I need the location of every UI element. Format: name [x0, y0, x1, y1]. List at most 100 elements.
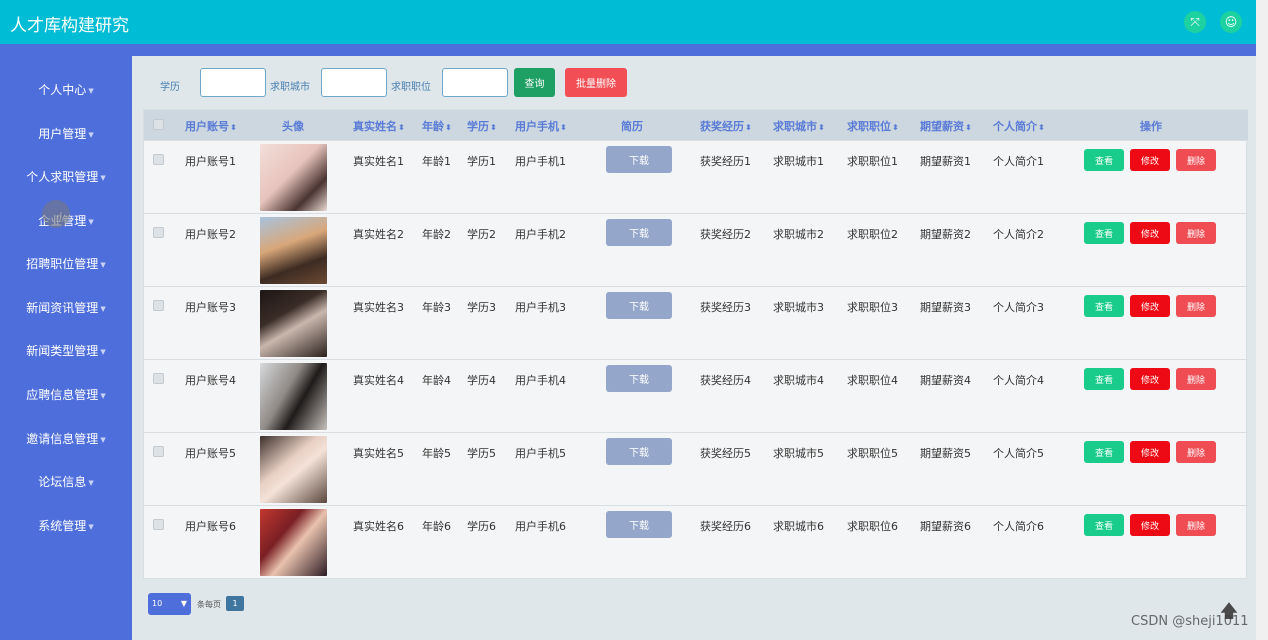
delete-button[interactable]: 删除 — [1176, 149, 1216, 171]
expand-icon[interactable]: ⤧ — [1184, 11, 1206, 33]
column-header-resume: 简历 — [621, 120, 643, 133]
page-size-select[interactable]: 10 ▼ — [148, 593, 191, 615]
view-button[interactable]: 查看 — [1084, 295, 1124, 317]
column-header-awards[interactable]: 获奖经历⬍ — [700, 118, 752, 134]
sidebar-item-job-position-management[interactable]: 招聘职位管理 ▼ — [0, 253, 132, 275]
sidebar-item-personal-center[interactable]: 个人中心 ▼ — [0, 79, 132, 101]
sort-icon: ⬍ — [398, 123, 405, 132]
row-checkbox[interactable] — [153, 227, 164, 238]
sidebar-item-invitation-management[interactable]: 邀请信息管理 ▼ — [0, 428, 132, 450]
delete-button[interactable]: 删除 — [1176, 222, 1216, 244]
resume-download-button[interactable]: 下载 — [606, 438, 672, 465]
delete-button[interactable]: 删除 — [1176, 295, 1216, 317]
delete-button[interactable]: 删除 — [1176, 368, 1216, 390]
cell-salary: 期望薪资4 — [920, 374, 971, 387]
column-header-position[interactable]: 求职职位⬍ — [847, 118, 899, 134]
cell-education: 学历3 — [467, 301, 496, 314]
view-button[interactable]: 查看 — [1084, 222, 1124, 244]
cell-city: 求职城市5 — [773, 447, 824, 460]
sidebar-item-job-seeker-management[interactable]: 个人求职管理 ▼ — [0, 166, 132, 188]
cell-salary: 期望薪资6 — [920, 520, 971, 533]
sidebar-item-news-management[interactable]: 新闻资讯管理 ▼ — [0, 297, 132, 319]
sort-icon: ⬍ — [965, 123, 972, 132]
chevron-down-icon: ▼ — [180, 599, 187, 608]
sidebar-item-user-management[interactable]: 用户管理 ▼ — [0, 123, 132, 145]
column-header-phone[interactable]: 用户手机⬍ — [515, 118, 567, 134]
sidebar-item-application-management[interactable]: 应聘信息管理 ▼ — [0, 384, 132, 406]
edit-button[interactable]: 修改 — [1130, 514, 1170, 536]
row-checkbox[interactable] — [153, 446, 164, 457]
avatar — [260, 436, 327, 503]
row-checkbox[interactable] — [153, 373, 164, 384]
delete-button[interactable]: 删除 — [1176, 514, 1216, 536]
sidebar-item-news-type-management[interactable]: 新闻类型管理 ▼ — [0, 340, 132, 362]
row-checkbox[interactable] — [153, 154, 164, 165]
row-checkbox[interactable] — [153, 300, 164, 311]
chevron-down-icon: ▼ — [100, 173, 106, 182]
sidebar-item-system-management[interactable]: 系统管理 ▼ — [0, 515, 132, 537]
cell-real-name: 真实姓名5 — [353, 447, 404, 460]
resume-download-button[interactable]: 下载 — [606, 219, 672, 246]
chevron-down-icon: ▼ — [88, 522, 94, 531]
edit-button[interactable]: 修改 — [1130, 441, 1170, 463]
view-button[interactable]: 查看 — [1084, 368, 1124, 390]
column-header-city[interactable]: 求职城市⬍ — [773, 118, 825, 134]
avatar — [260, 509, 327, 576]
cell-salary: 期望薪资3 — [920, 301, 971, 314]
column-header-salary[interactable]: 期望薪资⬍ — [920, 118, 972, 134]
sort-icon: ⬍ — [445, 123, 452, 132]
view-button[interactable]: 查看 — [1084, 441, 1124, 463]
avatar — [260, 363, 327, 430]
cell-age: 年龄4 — [422, 374, 451, 387]
view-button[interactable]: 查看 — [1084, 514, 1124, 536]
table-row: 用户账号4 真实姓名4 年龄4 学历4 用户手机4 下载 获奖经历4 求职城市4… — [144, 359, 1248, 432]
edit-button[interactable]: 修改 — [1130, 295, 1170, 317]
resume-download-button[interactable]: 下载 — [606, 146, 672, 173]
chevron-down-icon: ▼ — [100, 260, 106, 269]
table-row: 用户账号6 真实姓名6 年龄6 学历6 用户手机6 下载 获奖经历6 求职城市6… — [144, 505, 1248, 578]
sidebar-item-label: 用户管理 — [38, 127, 87, 141]
view-button[interactable]: 查看 — [1084, 149, 1124, 171]
cell-phone: 用户手机2 — [515, 228, 566, 241]
cell-account: 用户账号1 — [185, 155, 236, 168]
page-number-button[interactable]: 1 — [226, 596, 244, 611]
sidebar-item-label: 个人求职管理 — [26, 170, 99, 184]
row-checkbox[interactable] — [153, 519, 164, 530]
chevron-down-icon: ▼ — [100, 347, 106, 356]
delete-button[interactable]: 删除 — [1176, 441, 1216, 463]
edit-button[interactable]: 修改 — [1130, 149, 1170, 171]
sidebar-item-label: 应聘信息管理 — [26, 388, 99, 402]
cell-age: 年龄5 — [422, 447, 451, 460]
city-input[interactable] — [321, 68, 387, 97]
user-icon[interactable]: ☺ — [1220, 11, 1242, 33]
column-header-age[interactable]: 年龄⬍ — [422, 118, 452, 134]
cell-account: 用户账号6 — [185, 520, 236, 533]
sort-icon: ⬍ — [560, 123, 567, 132]
sidebar-item-label: 邀请信息管理 — [26, 432, 99, 446]
position-input[interactable] — [442, 68, 508, 97]
chevron-down-icon: ▼ — [88, 86, 94, 95]
cell-phone: 用户手机1 — [515, 155, 566, 168]
sidebar-item-forum[interactable]: 论坛信息 ▼ — [0, 471, 132, 493]
cell-awards: 获奖经历6 — [700, 520, 751, 533]
batch-delete-button[interactable]: 批量删除 — [565, 68, 627, 97]
select-all-checkbox[interactable] — [153, 119, 164, 130]
education-input[interactable] — [200, 68, 266, 97]
cell-city: 求职城市6 — [773, 520, 824, 533]
query-button[interactable]: 查询 — [514, 68, 555, 97]
column-header-avatar: 头像 — [282, 120, 304, 133]
cell-education: 学历4 — [467, 374, 496, 387]
cell-account: 用户账号5 — [185, 447, 236, 460]
cell-intro: 个人简介3 — [993, 301, 1044, 314]
resume-download-button[interactable]: 下载 — [606, 365, 672, 392]
resume-download-button[interactable]: 下载 — [606, 511, 672, 538]
column-header-intro[interactable]: 个人简介⬍ — [993, 118, 1045, 134]
resume-download-button[interactable]: 下载 — [606, 292, 672, 319]
column-header-account[interactable]: 用户账号⬍ — [185, 118, 237, 134]
cell-real-name: 真实姓名4 — [353, 374, 404, 387]
edit-button[interactable]: 修改 — [1130, 222, 1170, 244]
column-header-real-name[interactable]: 真实姓名⬍ — [353, 118, 405, 134]
job-seeker-table: 用户账号⬍ 头像 真实姓名⬍ 年龄⬍ 学历⬍ 用户手机⬍ 简历 获奖经历⬍ 求职… — [143, 109, 1248, 579]
edit-button[interactable]: 修改 — [1130, 368, 1170, 390]
column-header-education[interactable]: 学历⬍ — [467, 118, 497, 134]
